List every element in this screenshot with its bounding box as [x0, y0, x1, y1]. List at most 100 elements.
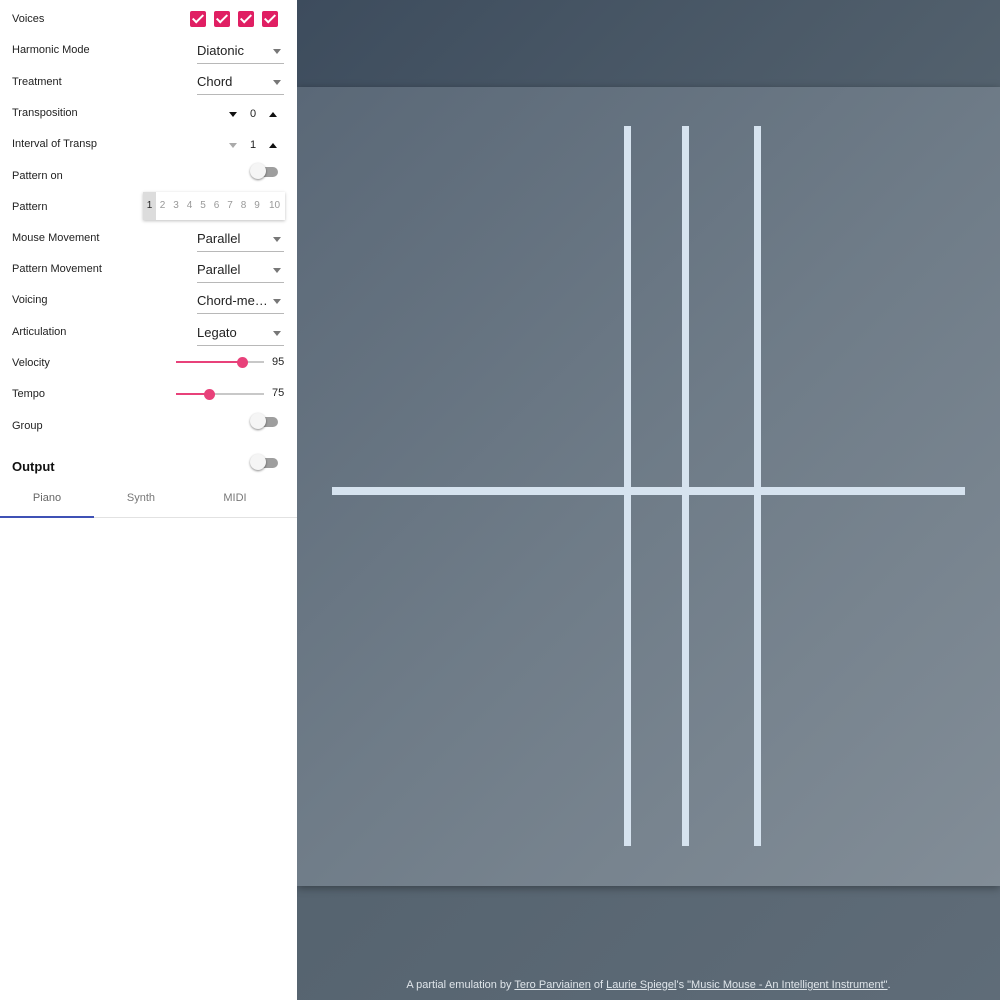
increment-icon[interactable]: [269, 111, 277, 117]
treatment-select[interactable]: Chord: [197, 71, 284, 95]
pattern-selector: 1 2 3 4 5 6 7 8 9 10: [143, 192, 285, 220]
pattern-option-5[interactable]: 5: [196, 192, 210, 220]
vertical-voice-line-1: [624, 126, 631, 846]
pattern-option-2[interactable]: 2: [156, 192, 169, 220]
harmonic-mode-row: Harmonic Mode Diatonic: [0, 31, 297, 64]
articulation-select[interactable]: Legato: [197, 322, 284, 346]
pattern-movement-row: Pattern Movement Parallel: [0, 250, 297, 283]
toggle-knob: [250, 413, 266, 429]
chevron-down-icon: [273, 299, 281, 304]
harmonic-mode-label: Harmonic Mode: [12, 44, 90, 56]
pattern-option-1[interactable]: 1: [143, 192, 156, 220]
pattern-on-toggle[interactable]: [250, 163, 278, 180]
credit-prefix: A partial emulation by: [406, 979, 515, 991]
interval-stepper: 1: [229, 139, 277, 151]
group-label: Group: [12, 420, 43, 432]
horizontal-voice-line: [332, 487, 965, 495]
mouse-movement-label: Mouse Movement: [12, 232, 100, 244]
treatment-row: Treatment Chord: [0, 62, 297, 95]
voice-checkbox-2[interactable]: [214, 11, 230, 27]
harmonic-mode-select[interactable]: Diatonic: [197, 40, 284, 64]
tab-synth[interactable]: Synth: [94, 484, 188, 518]
articulation-label: Articulation: [12, 326, 67, 338]
group-toggle[interactable]: [250, 413, 278, 430]
chevron-down-icon: [273, 331, 281, 336]
voices-label: Voices: [12, 13, 45, 25]
voice-checkbox-3[interactable]: [238, 11, 254, 27]
velocity-value: 95: [272, 356, 285, 368]
credit-possessive: 's: [676, 979, 688, 991]
decrement-icon[interactable]: [229, 111, 237, 117]
voicing-row: Voicing Chord-melo...: [0, 281, 297, 314]
pattern-option-6[interactable]: 6: [210, 192, 223, 220]
voices-checkboxes: [190, 11, 278, 27]
output-title: Output: [12, 459, 55, 474]
interval-row: Interval of Transp 1: [0, 125, 297, 156]
slider-fill: [176, 361, 242, 363]
pattern-label: Pattern: [12, 201, 48, 213]
pattern-on-label: Pattern on: [12, 170, 63, 182]
pattern-option-4[interactable]: 4: [183, 192, 196, 220]
chevron-down-icon: [273, 80, 281, 85]
credit-footer: A partial emulation by Tero Parviainen o…: [297, 979, 1000, 991]
vertical-voice-line-2: [682, 126, 689, 846]
tab-midi[interactable]: MIDI: [188, 484, 282, 518]
output-toggle[interactable]: [250, 454, 278, 471]
pattern-option-8[interactable]: 8: [237, 192, 250, 220]
creator-link[interactable]: Laurie Spiegel: [606, 979, 676, 991]
chevron-down-icon: [273, 268, 281, 273]
output-tabs: Piano Synth MIDI: [0, 484, 297, 518]
mouse-movement-row: Mouse Movement Parallel: [0, 219, 297, 252]
pattern-option-3[interactable]: 3: [169, 192, 183, 220]
treatment-label: Treatment: [12, 76, 62, 88]
transposition-stepper: 0: [229, 108, 277, 120]
music-mouse-canvas[interactable]: [297, 87, 1000, 886]
voicing-value: Chord-melo...: [197, 293, 269, 308]
tab-piano[interactable]: Piano: [0, 484, 94, 518]
group-row: Group: [0, 406, 297, 437]
velocity-row: Velocity 95: [0, 344, 297, 375]
transposition-value: 0: [249, 108, 257, 120]
velocity-slider[interactable]: [176, 355, 264, 369]
work-link[interactable]: "Music Mouse - An Intelligent Instrument…: [687, 979, 887, 991]
pattern-movement-select[interactable]: Parallel: [197, 259, 284, 283]
credit-mid: of: [590, 979, 607, 991]
tempo-slider[interactable]: [176, 387, 264, 401]
pattern-movement-value: Parallel: [197, 262, 241, 277]
tempo-row: Tempo 75: [0, 375, 297, 406]
chevron-down-icon: [273, 49, 281, 54]
settings-panel: Voices Harmonic Mode Diatonic Treatment …: [0, 0, 297, 1000]
pattern-option-9[interactable]: 9: [250, 192, 264, 220]
voicing-select[interactable]: Chord-melo...: [197, 290, 284, 314]
toggle-knob: [250, 163, 266, 179]
articulation-row: Articulation Legato: [0, 312, 297, 346]
voices-row: Voices: [0, 0, 297, 31]
credit-suffix: .: [887, 979, 891, 991]
pattern-option-7[interactable]: 7: [223, 192, 237, 220]
tempo-label: Tempo: [12, 388, 46, 400]
pattern-option-10[interactable]: 10: [264, 192, 285, 220]
pattern-movement-label: Pattern Movement: [12, 263, 102, 275]
toggle-knob: [250, 454, 266, 470]
increment-icon[interactable]: [269, 142, 277, 148]
interval-value: 1: [249, 139, 257, 151]
author-link[interactable]: Tero Parviainen: [514, 979, 590, 991]
treatment-value: Chord: [197, 74, 233, 89]
vertical-voice-line-3: [754, 126, 761, 846]
voice-checkbox-1[interactable]: [190, 11, 206, 27]
voice-checkbox-4[interactable]: [262, 11, 278, 27]
voicing-label: Voicing: [12, 294, 48, 306]
articulation-value: Legato: [197, 325, 237, 340]
mouse-movement-value: Parallel: [197, 231, 241, 246]
transposition-label: Transposition: [12, 107, 78, 119]
mouse-movement-select[interactable]: Parallel: [197, 228, 284, 252]
velocity-label: Velocity: [12, 357, 50, 369]
transposition-row: Transposition 0: [0, 94, 297, 125]
interval-label: Interval of Transp: [12, 138, 97, 150]
slider-thumb[interactable]: [204, 389, 215, 400]
pattern-on-row: Pattern on: [0, 156, 297, 187]
harmonic-mode-value: Diatonic: [197, 43, 244, 58]
decrement-icon[interactable]: [229, 142, 237, 148]
tempo-value: 75: [272, 387, 285, 399]
slider-thumb[interactable]: [237, 357, 248, 368]
